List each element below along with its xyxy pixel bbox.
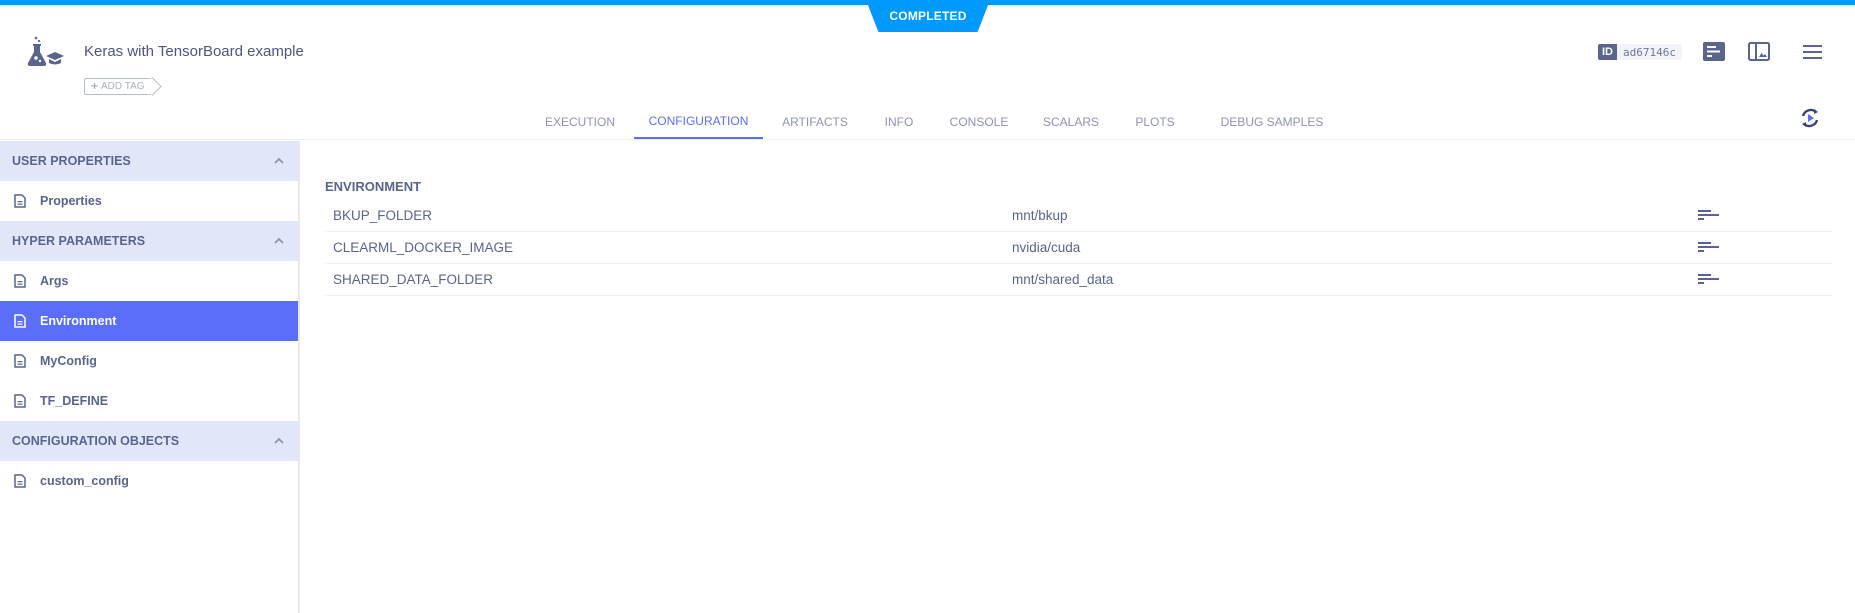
tab-artifacts[interactable]: ARTIFACTS xyxy=(778,104,852,140)
table-row: SHARED_DATA_FOLDER mnt/shared_data xyxy=(325,264,1832,296)
experiment-logo-icon xyxy=(27,36,64,67)
param-value: nvidia/cuda xyxy=(1012,240,1081,255)
id-label: ID xyxy=(1598,44,1617,60)
parameters-table: BKUP_FOLDER mnt/bkup CLEARML_DOCKER_IMAG… xyxy=(325,200,1832,296)
section-hyper-parameters[interactable]: HYPER PARAMETERS xyxy=(0,221,298,261)
tab-bar: EXECUTION CONFIGURATION ARTIFACTS INFO C… xyxy=(0,104,1855,140)
section-heading: ENVIRONMENT xyxy=(325,179,422,194)
sidebar-item-environment[interactable]: Environment xyxy=(0,301,298,341)
param-value: mnt/bkup xyxy=(1012,208,1068,223)
menu-icon[interactable] xyxy=(1802,42,1824,62)
tab-debug-samples[interactable]: DEBUG SAMPLES xyxy=(1206,104,1338,140)
sidebar-item-custom-config[interactable]: custom_config xyxy=(0,461,298,501)
tab-plots[interactable]: PLOTS xyxy=(1130,104,1180,140)
param-key: CLEARML_DOCKER_IMAGE xyxy=(333,240,514,255)
sidebar-item-myconfig[interactable]: MyConfig xyxy=(0,341,298,381)
add-tag-label: ADD TAG xyxy=(101,81,145,92)
sidebar-item-label: TF_DEFINE xyxy=(40,394,109,408)
param-key: SHARED_DATA_FOLDER xyxy=(333,272,494,287)
section-user-properties[interactable]: USER PROPERTIES xyxy=(0,141,298,181)
section-title: CONFIGURATION OBJECTS xyxy=(12,434,180,448)
document-icon xyxy=(14,354,26,368)
chevron-up-icon[interactable] xyxy=(272,154,286,168)
document-icon xyxy=(14,314,26,328)
section-title: USER PROPERTIES xyxy=(12,154,131,168)
document-icon xyxy=(14,474,26,488)
id-value: ad67146c xyxy=(1617,44,1682,60)
sidebar-item-label: Environment xyxy=(40,314,117,328)
chevron-up-icon[interactable] xyxy=(272,234,286,248)
sidebar: USER PROPERTIES Properties HYPER PARAMET… xyxy=(0,141,300,613)
refresh-icon[interactable] xyxy=(1798,106,1822,130)
plus-icon: + xyxy=(91,79,99,93)
info-panel-icon[interactable] xyxy=(1703,42,1725,62)
sidebar-item-tf-define[interactable]: TF_DEFINE xyxy=(0,381,298,421)
description-icon[interactable] xyxy=(1698,209,1728,222)
section-title: HYPER PARAMETERS xyxy=(12,234,146,248)
sidebar-item-label: MyConfig xyxy=(40,354,97,368)
description-icon[interactable] xyxy=(1698,241,1728,254)
sidebar-item-label: custom_config xyxy=(40,474,129,488)
tab-console[interactable]: CONSOLE xyxy=(945,104,1013,140)
sidebar-item-args[interactable]: Args xyxy=(0,261,298,301)
tab-execution[interactable]: EXECUTION xyxy=(541,104,619,140)
table-row: BKUP_FOLDER mnt/bkup xyxy=(325,200,1832,232)
table-row: CLEARML_DOCKER_IMAGE nvidia/cuda xyxy=(325,232,1832,264)
add-tag-button[interactable]: + ADD TAG xyxy=(84,78,151,95)
section-configuration-objects[interactable]: CONFIGURATION OBJECTS xyxy=(0,421,298,461)
chevron-up-icon[interactable] xyxy=(272,434,286,448)
sidebar-item-properties[interactable]: Properties xyxy=(0,181,298,221)
tab-info[interactable]: INFO xyxy=(879,104,919,140)
sidebar-item-label: Properties xyxy=(40,194,102,208)
document-icon xyxy=(14,394,26,408)
status-badge: COMPLETED xyxy=(866,0,990,32)
param-key: BKUP_FOLDER xyxy=(333,208,433,223)
description-icon[interactable] xyxy=(1698,273,1728,286)
task-id-chip[interactable]: ID ad67146c xyxy=(1598,44,1682,60)
document-icon xyxy=(14,274,26,288)
layout-toggle-icon[interactable] xyxy=(1748,42,1770,62)
tab-configuration[interactable]: CONFIGURATION xyxy=(634,104,763,139)
document-icon xyxy=(14,194,26,208)
tab-scalars[interactable]: SCALARS xyxy=(1038,104,1104,140)
main-content: ENVIRONMENT BKUP_FOLDER mnt/bkup CLEARML… xyxy=(302,141,1855,613)
param-value: mnt/shared_data xyxy=(1012,272,1114,287)
experiment-title: Keras with TensorBoard example xyxy=(84,43,304,60)
sidebar-item-label: Args xyxy=(40,274,69,288)
